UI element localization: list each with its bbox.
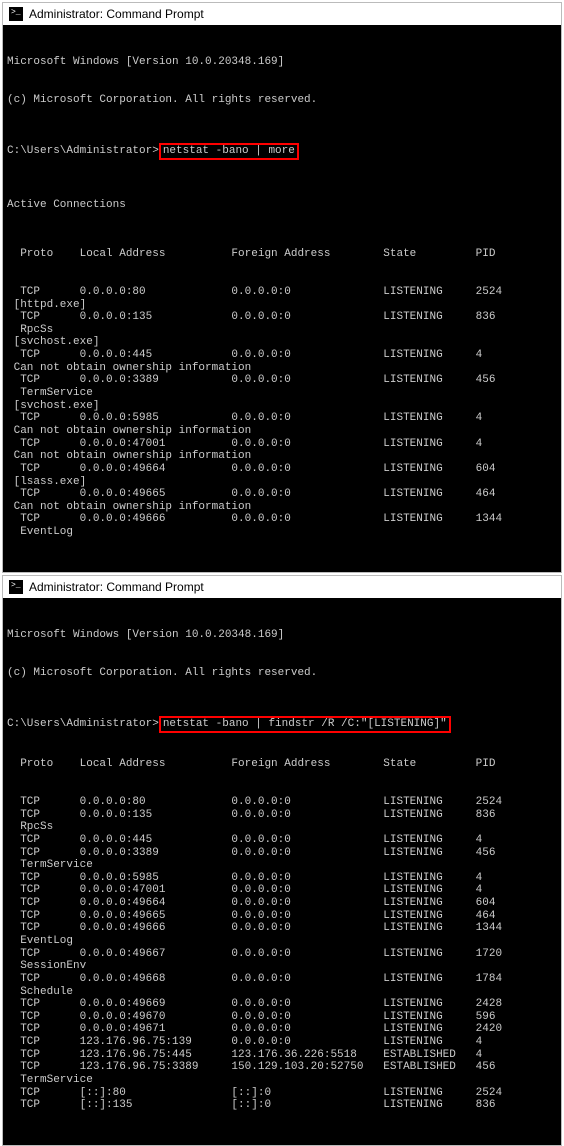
table-header: Proto Local Address Foreign Address Stat… [7,758,557,771]
table-row: TCP 0.0.0.0:49665 0.0.0.0:0 LISTENING 46… [7,910,557,923]
table-note: RpcSs [7,821,557,834]
section-title: Active Connections [7,199,557,212]
table-row: TCP 0.0.0.0:80 0.0.0.0:0 LISTENING 2524 [7,286,557,299]
command-highlight: netstat -bano | more [159,143,299,160]
table-row: TCP [::]:80 [::]:0 LISTENING 2524 [7,1087,557,1100]
table-note: Can not obtain ownership information [7,501,557,514]
table-row: TCP 0.0.0.0:47001 0.0.0.0:0 LISTENING 4 [7,438,557,451]
table-row: TCP 123.176.96.75:3389 150.129.103.20:52… [7,1061,557,1074]
table-row: TCP 0.0.0.0:49666 0.0.0.0:0 LISTENING 13… [7,513,557,526]
command-highlight: netstat -bano | findstr /R /C:"[LISTENIN… [159,716,451,733]
table-note: [svchost.exe] [7,336,557,349]
table-note: EventLog [7,526,557,539]
window-title: Administrator: Command Prompt [29,7,204,21]
table-row: TCP 0.0.0.0:49664 0.0.0.0:0 LISTENING 60… [7,897,557,910]
banner-line: Microsoft Windows [Version 10.0.20348.16… [7,56,557,69]
table-row: TCP [::]:135 [::]:0 LISTENING 836 [7,1099,557,1112]
command-line: C:\Users\Administrator>netstat -bano | m… [7,143,557,160]
prompt: C:\Users\Administrator> [7,145,159,157]
table-row: TCP 0.0.0.0:445 0.0.0.0:0 LISTENING 4 [7,834,557,847]
table-body: TCP 0.0.0.0:80 0.0.0.0:0 LISTENING 2524 … [7,286,557,539]
table-row: TCP 0.0.0.0:135 0.0.0.0:0 LISTENING 836 [7,311,557,324]
table-note: SessionEnv [7,960,557,973]
table-note: TermService [7,859,557,872]
table-note: [svchost.exe] [7,400,557,413]
table-row: TCP 123.176.96.75:445 123.176.36.226:551… [7,1049,557,1062]
table-note: Can not obtain ownership information [7,425,557,438]
table-row: TCP 0.0.0.0:3389 0.0.0.0:0 LISTENING 456 [7,847,557,860]
table-row: TCP 0.0.0.0:47001 0.0.0.0:0 LISTENING 4 [7,884,557,897]
cmd-icon [9,7,23,21]
table-row: TCP 0.0.0.0:135 0.0.0.0:0 LISTENING 836 [7,809,557,822]
banner-line: (c) Microsoft Corporation. All rights re… [7,94,557,107]
table-row: TCP 0.0.0.0:49668 0.0.0.0:0 LISTENING 17… [7,973,557,986]
table-row: TCP 0.0.0.0:49669 0.0.0.0:0 LISTENING 24… [7,998,557,1011]
table-note: TermService [7,387,557,400]
window-title: Administrator: Command Prompt [29,580,204,594]
table-row: TCP 0.0.0.0:49664 0.0.0.0:0 LISTENING 60… [7,463,557,476]
titlebar[interactable]: Administrator: Command Prompt [3,3,561,25]
table-row: TCP 0.0.0.0:49666 0.0.0.0:0 LISTENING 13… [7,922,557,935]
table-body: TCP 0.0.0.0:80 0.0.0.0:0 LISTENING 2524 … [7,796,557,1112]
table-header: Proto Local Address Foreign Address Stat… [7,248,557,261]
table-note: [httpd.exe] [7,299,557,312]
titlebar[interactable]: Administrator: Command Prompt [3,576,561,598]
table-row: TCP 123.176.96.75:139 0.0.0.0:0 LISTENIN… [7,1036,557,1049]
table-row: TCP 0.0.0.0:5985 0.0.0.0:0 LISTENING 4 [7,872,557,885]
table-note: Can not obtain ownership information [7,450,557,463]
table-row: TCP 0.0.0.0:80 0.0.0.0:0 LISTENING 2524 [7,796,557,809]
table-note: Schedule [7,986,557,999]
cmd-window-2: Administrator: Command Prompt Microsoft … [2,575,562,1146]
table-note: TermService [7,1074,557,1087]
table-row: TCP 0.0.0.0:49665 0.0.0.0:0 LISTENING 46… [7,488,557,501]
terminal-output[interactable]: Microsoft Windows [Version 10.0.20348.16… [3,598,561,1145]
table-row: TCP 0.0.0.0:49671 0.0.0.0:0 LISTENING 24… [7,1023,557,1036]
cmd-icon [9,580,23,594]
table-row: TCP 0.0.0.0:3389 0.0.0.0:0 LISTENING 456 [7,374,557,387]
command-line: C:\Users\Administrator>netstat -bano | f… [7,716,557,733]
table-note: [lsass.exe] [7,476,557,489]
terminal-output[interactable]: Microsoft Windows [Version 10.0.20348.16… [3,25,561,572]
table-note: Can not obtain ownership information [7,362,557,375]
cmd-window-1: Administrator: Command Prompt Microsoft … [2,2,562,573]
table-note: RpcSs [7,324,557,337]
table-row: TCP 0.0.0.0:445 0.0.0.0:0 LISTENING 4 [7,349,557,362]
table-row: TCP 0.0.0.0:5985 0.0.0.0:0 LISTENING 4 [7,412,557,425]
table-note: EventLog [7,935,557,948]
banner-line: (c) Microsoft Corporation. All rights re… [7,667,557,680]
prompt: C:\Users\Administrator> [7,718,159,730]
table-row: TCP 0.0.0.0:49667 0.0.0.0:0 LISTENING 17… [7,948,557,961]
table-row: TCP 0.0.0.0:49670 0.0.0.0:0 LISTENING 59… [7,1011,557,1024]
banner-line: Microsoft Windows [Version 10.0.20348.16… [7,629,557,642]
